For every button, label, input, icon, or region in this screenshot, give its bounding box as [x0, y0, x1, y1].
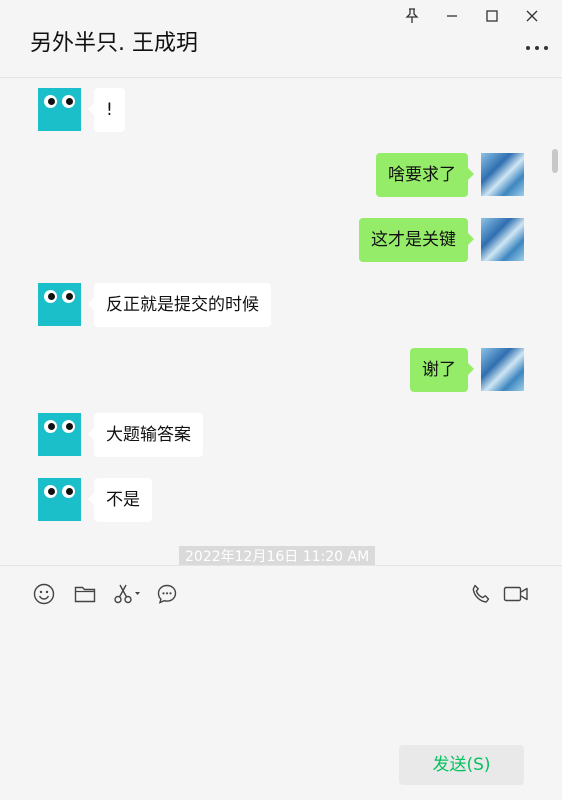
minimize-icon[interactable] — [432, 4, 472, 28]
my-avatar[interactable] — [481, 218, 524, 261]
scissors-icon[interactable] — [113, 582, 141, 606]
contact-avatar[interactable] — [38, 88, 81, 131]
folder-icon[interactable] — [73, 582, 97, 606]
video-icon[interactable] — [503, 582, 529, 606]
close-icon[interactable] — [512, 4, 552, 28]
send-button[interactable]: 发送(S) — [399, 745, 524, 785]
incoming-message[interactable]: 反正就是提交的时候 — [88, 283, 271, 327]
message-input[interactable] — [30, 615, 530, 735]
message-timestamp: 2022年12月16日 11:20 AM — [179, 546, 376, 565]
window-controls — [392, 4, 552, 28]
pin-icon[interactable] — [392, 4, 432, 28]
incoming-message[interactable]: ! — [88, 88, 125, 132]
incoming-message[interactable]: 大题输答案 — [88, 413, 203, 457]
outgoing-message[interactable]: 谢了 — [410, 348, 474, 392]
my-avatar[interactable] — [481, 153, 524, 196]
contact-avatar[interactable] — [38, 413, 81, 456]
maximize-icon[interactable] — [472, 4, 512, 28]
chat-header: 另外半只. 王成玥 — [0, 0, 562, 78]
chat-history-icon[interactable] — [155, 582, 179, 606]
outgoing-message[interactable]: 这才是关键 — [359, 218, 474, 262]
input-divider — [0, 565, 562, 566]
contact-avatar[interactable] — [38, 478, 81, 521]
chat-title: 另外半只. 王成玥 — [30, 31, 198, 56]
message-list[interactable]: ! 啥要求了 这才是关键 反正就是提交的时候 谢了 大题输答案 不是 2022年… — [0, 78, 562, 565]
incoming-message[interactable]: 不是 — [88, 478, 152, 522]
more-icon[interactable] — [526, 40, 548, 56]
scrollbar-thumb[interactable] — [552, 149, 558, 173]
emoji-icon[interactable] — [32, 582, 56, 606]
outgoing-message[interactable]: 啥要求了 — [376, 153, 474, 197]
phone-icon[interactable] — [469, 582, 493, 606]
my-avatar[interactable] — [481, 348, 524, 391]
contact-avatar[interactable] — [38, 283, 81, 326]
